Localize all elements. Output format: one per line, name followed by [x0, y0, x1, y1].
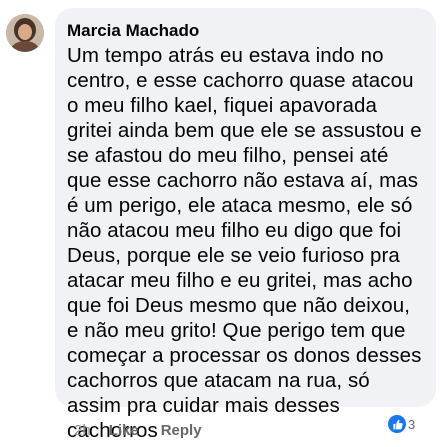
like-reaction-icon [388, 415, 406, 433]
like-button[interactable]: Like [109, 422, 139, 440]
reaction-summary[interactable]: 3 [388, 414, 419, 434]
comment-bubble: Marcia Machado Um tempo atrás eu estava … [55, 8, 436, 442]
comment-author[interactable]: Marcia Machado [67, 20, 424, 42]
avatar[interactable] [6, 14, 44, 52]
reaction-count: 3 [408, 416, 416, 432]
comment-actions: 2h Like Reply [74, 422, 224, 440]
comment-text: Um tempo atrás eu estava indo no centro,… [67, 44, 422, 442]
comment-timestamp[interactable]: 2h [74, 422, 91, 440]
reply-button[interactable]: Reply [161, 422, 202, 440]
